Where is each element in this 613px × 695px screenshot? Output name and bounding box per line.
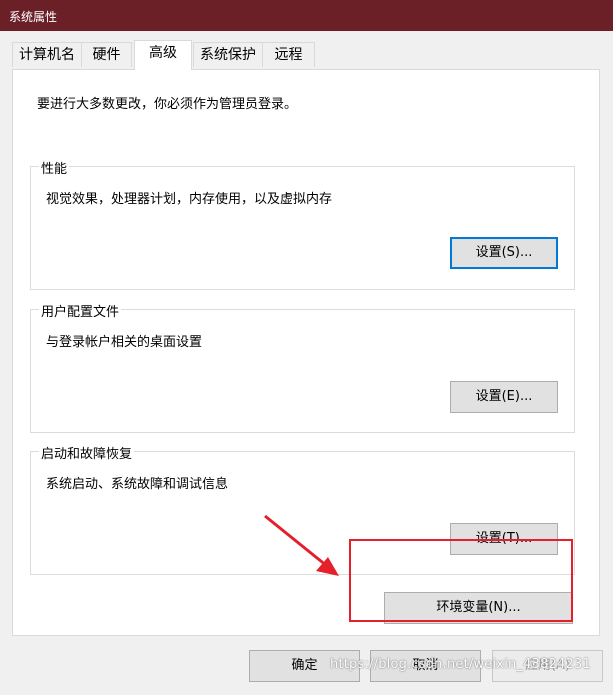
performance-title: 性能 (39, 158, 70, 177)
annotation-arrow-icon (264, 514, 339, 576)
user-profiles-title: 用户配置文件 (39, 301, 122, 320)
tab-system-protection[interactable]: 系统保护 (193, 42, 263, 67)
startup-recovery-title: 启动和故障恢复 (39, 443, 135, 462)
admin-notice: 要进行大多数更改，你必须作为管理员登录。 (37, 97, 298, 112)
user-profiles-description: 与登录帐户相关的桌面设置 (46, 335, 203, 350)
tab-computer-name[interactable]: 计算机名 (12, 42, 82, 67)
performance-settings-button[interactable]: 设置(S)... (450, 237, 558, 269)
performance-group: 性能 视觉效果，处理器计划，内存使用，以及虚拟内存 设置(S)... (30, 158, 575, 290)
user-profiles-settings-button[interactable]: 设置(E)... (450, 381, 558, 413)
tab-hardware[interactable]: 硬件 (81, 42, 132, 67)
title-bar[interactable]: 系统属性 (0, 0, 613, 31)
watermark: https://blog.csdn.net/weixin_43824231 (330, 657, 591, 672)
startup-recovery-description: 系统启动、系统故障和调试信息 (46, 477, 229, 492)
highlight-box (349, 539, 573, 622)
performance-description: 视觉效果，处理器计划，内存使用，以及虚拟内存 (46, 192, 333, 207)
tab-remote[interactable]: 远程 (262, 42, 315, 67)
window-title: 系统属性 (9, 10, 58, 24)
user-profiles-group: 用户配置文件 与登录帐户相关的桌面设置 设置(E)... (30, 301, 575, 433)
tab-advanced[interactable]: 高级 (134, 40, 192, 70)
